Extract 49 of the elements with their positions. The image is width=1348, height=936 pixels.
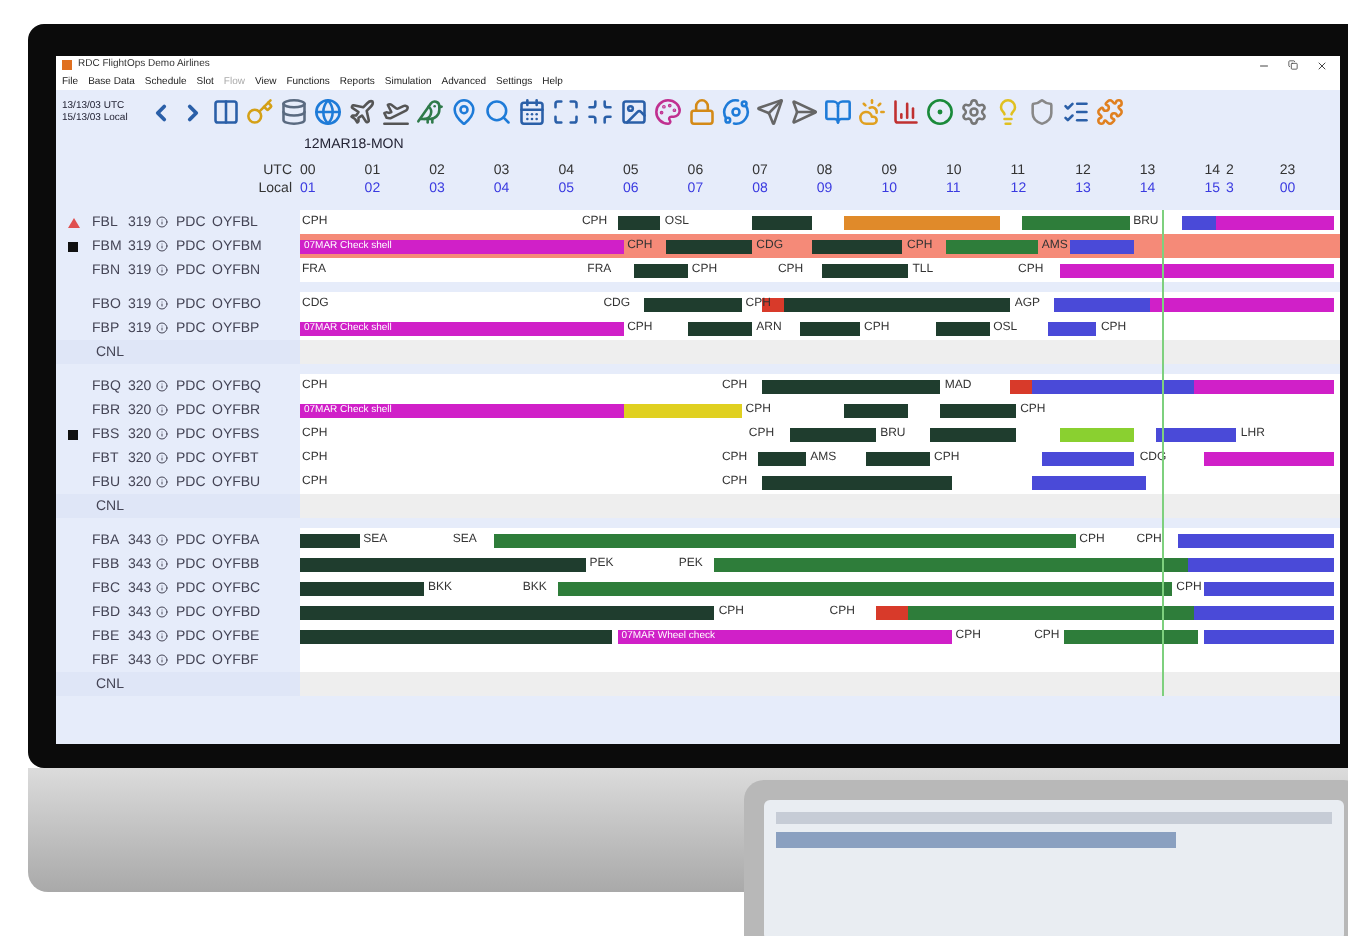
info-icon bbox=[156, 322, 168, 334]
globe-dot-icon[interactable] bbox=[926, 98, 954, 126]
bird-icon[interactable] bbox=[416, 98, 444, 126]
columns-icon[interactable] bbox=[212, 98, 240, 126]
expand-icon[interactable] bbox=[552, 98, 580, 126]
plane-takeoff-icon[interactable] bbox=[382, 98, 410, 126]
info-icon bbox=[156, 534, 168, 546]
info-icon bbox=[156, 240, 168, 252]
info-icon bbox=[156, 654, 168, 666]
search-icon[interactable] bbox=[484, 98, 512, 126]
info-icon bbox=[156, 428, 168, 440]
palette-icon[interactable] bbox=[654, 98, 682, 126]
info-icon bbox=[156, 404, 168, 416]
restore-icon[interactable] bbox=[1288, 60, 1298, 70]
lock-icon[interactable] bbox=[688, 98, 716, 126]
collapse-icon[interactable] bbox=[586, 98, 614, 126]
duty-bar[interactable] bbox=[843, 404, 909, 418]
info-icon bbox=[156, 452, 168, 464]
duty-bar[interactable] bbox=[687, 322, 753, 336]
info-icon bbox=[156, 606, 168, 618]
close-icon[interactable] bbox=[1316, 59, 1328, 71]
book-icon[interactable] bbox=[824, 98, 852, 126]
info-icon bbox=[156, 264, 168, 276]
arrow-icon[interactable] bbox=[790, 98, 818, 126]
info-icon bbox=[156, 298, 168, 310]
settings-icon[interactable] bbox=[960, 98, 988, 126]
orbit-icon[interactable] bbox=[722, 98, 750, 126]
duty-bar[interactable] bbox=[617, 216, 661, 230]
puzzle-icon[interactable] bbox=[1096, 98, 1124, 126]
globe-icon[interactable] bbox=[314, 98, 342, 126]
duty-bar[interactable] bbox=[811, 240, 903, 254]
info-icon bbox=[156, 216, 168, 228]
database-icon[interactable] bbox=[280, 98, 308, 126]
minimize-icon[interactable] bbox=[1258, 59, 1270, 71]
info-icon bbox=[156, 380, 168, 392]
duty-bar[interactable] bbox=[1155, 428, 1237, 442]
info-icon bbox=[156, 476, 168, 488]
send-icon[interactable] bbox=[756, 98, 784, 126]
shield-icon[interactable] bbox=[1028, 98, 1056, 126]
info-icon bbox=[156, 630, 168, 642]
plane-icon[interactable] bbox=[348, 98, 376, 126]
image-icon[interactable] bbox=[620, 98, 648, 126]
list-icon[interactable] bbox=[1062, 98, 1090, 126]
info-icon bbox=[156, 582, 168, 594]
info-icon bbox=[156, 558, 168, 570]
map-pin-icon[interactable] bbox=[450, 98, 478, 126]
app-logo-icon bbox=[62, 60, 72, 70]
chart-icon[interactable] bbox=[892, 98, 920, 126]
calendar-icon[interactable] bbox=[518, 98, 546, 126]
